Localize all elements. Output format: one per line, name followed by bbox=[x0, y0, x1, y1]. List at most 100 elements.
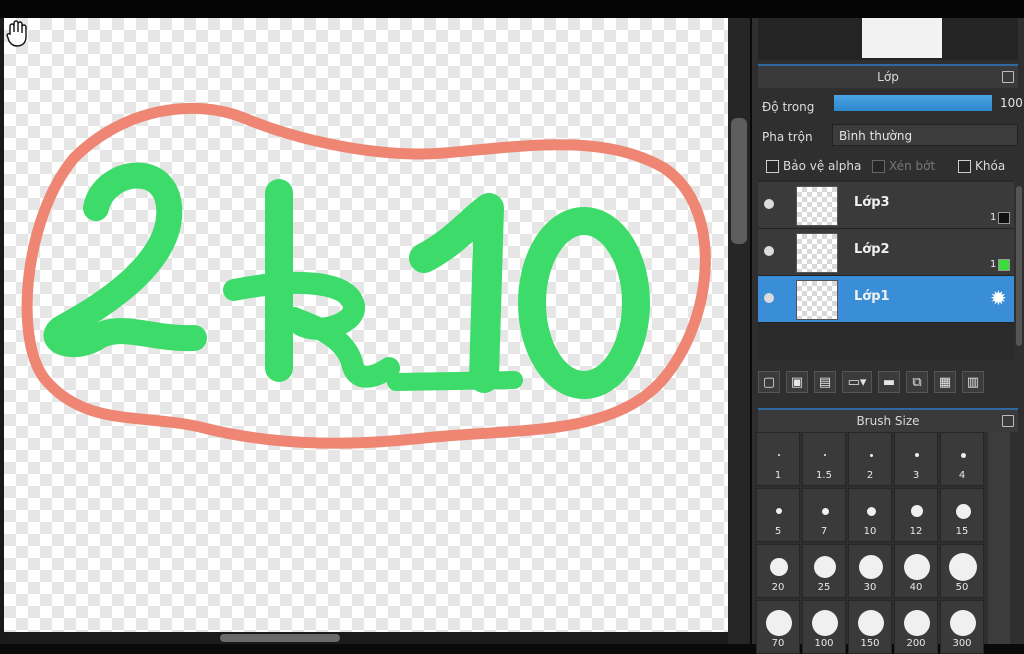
brush-dot-icon bbox=[904, 610, 930, 636]
layer-name: Lớp1 bbox=[854, 289, 890, 304]
brush-size-label: 30 bbox=[863, 582, 877, 593]
opacity-slider[interactable] bbox=[834, 95, 992, 111]
glyph-1 bbox=[409, 193, 504, 393]
hand-tool-icon bbox=[6, 20, 27, 47]
visibility-icon[interactable] bbox=[764, 293, 774, 303]
protect-alpha-checkbox[interactable]: Bảo vệ alpha bbox=[766, 159, 861, 173]
brush-size-label: 3 bbox=[912, 470, 920, 481]
brush-size-cell[interactable]: 10 bbox=[848, 488, 892, 542]
canvas-vertical-scrollbar[interactable] bbox=[728, 18, 750, 644]
visibility-icon[interactable] bbox=[764, 199, 774, 209]
delete-layer-icon[interactable]: ▥ bbox=[962, 371, 984, 393]
brush-dot-icon bbox=[770, 558, 788, 576]
layer-count: 1 bbox=[990, 212, 997, 223]
brush-size-cell[interactable]: 4 bbox=[940, 432, 984, 486]
folder-icon[interactable]: ▬ bbox=[878, 371, 900, 393]
brush-size-cell[interactable]: 100 bbox=[802, 600, 846, 654]
layer-row-3[interactable]: Lớp3 1 bbox=[758, 182, 1014, 229]
visibility-icon[interactable] bbox=[764, 246, 774, 256]
glyph-0 bbox=[518, 207, 650, 399]
popout-icon[interactable] bbox=[1002, 415, 1014, 427]
checkbox-box[interactable] bbox=[872, 159, 885, 173]
brush-dot-icon bbox=[904, 554, 930, 580]
new-1bit-layer-icon[interactable]: ▤ bbox=[814, 371, 836, 393]
blend-mode-select[interactable]: Bình thường bbox=[832, 124, 1018, 146]
scroll-thumb[interactable] bbox=[731, 118, 747, 244]
brush-size-cell[interactable]: 25 bbox=[802, 544, 846, 598]
popout-icon[interactable] bbox=[1002, 71, 1014, 83]
brush-size-cell[interactable]: 12 bbox=[894, 488, 938, 542]
brush-size-header: Brush Size bbox=[758, 408, 1018, 432]
duplicate-layer-icon[interactable]: ⧉ bbox=[906, 371, 928, 393]
brush-dot-icon bbox=[814, 556, 836, 578]
brush-size-title: Brush Size bbox=[856, 414, 920, 428]
brush-size-cell[interactable]: 30 bbox=[848, 544, 892, 598]
brush-size-cell[interactable]: 3 bbox=[894, 432, 938, 486]
add-layer-menu-icon[interactable]: ▭▾ bbox=[842, 371, 872, 393]
lock-checkbox[interactable]: Khóa bbox=[958, 159, 1005, 173]
layer-color-swatch bbox=[998, 259, 1010, 271]
brush-size-scrollbar[interactable] bbox=[988, 432, 1010, 644]
brush-size-label: 12 bbox=[909, 526, 923, 537]
layer-thumbnail bbox=[796, 233, 838, 273]
brush-size-label: 5 bbox=[774, 526, 782, 537]
brush-dot-icon bbox=[950, 610, 976, 636]
brush-size-label: 10 bbox=[863, 526, 877, 537]
clipping-checkbox[interactable]: Xén bớt bbox=[872, 159, 935, 173]
brush-size-cell[interactable]: 150 bbox=[848, 600, 892, 654]
brush-dot-icon bbox=[824, 454, 826, 456]
layer-panel-title: Lớp bbox=[877, 70, 899, 84]
layer-list-scrollbar[interactable] bbox=[1016, 186, 1022, 346]
layer-list: Lớp3 1 Lớp2 1 Lớp1 ✹ bbox=[758, 180, 1014, 360]
brush-dot-icon bbox=[866, 506, 876, 516]
brush-size-cell[interactable]: 70 bbox=[756, 600, 800, 654]
brush-dot-icon bbox=[911, 505, 923, 517]
brush-size-cell[interactable]: 40 bbox=[894, 544, 938, 598]
navigator-preview[interactable] bbox=[758, 18, 1018, 60]
brush-dot-icon bbox=[859, 555, 883, 579]
brush-size-label: 20 bbox=[771, 582, 785, 593]
brush-dot-icon bbox=[812, 610, 838, 636]
brush-size-cell[interactable]: 300 bbox=[940, 600, 984, 654]
lock-label: Khóa bbox=[975, 159, 1006, 173]
glyph-2 bbox=[43, 162, 207, 358]
brush-size-cell[interactable]: 2 bbox=[848, 432, 892, 486]
layer-row-1[interactable]: Lớp1 ✹ bbox=[758, 276, 1014, 323]
brush-dot-icon bbox=[778, 454, 780, 456]
brush-size-cell[interactable]: 7 bbox=[802, 488, 846, 542]
checkbox-box[interactable] bbox=[766, 159, 779, 173]
new-8bit-layer-icon[interactable]: ▣ bbox=[786, 371, 808, 393]
glyph-1-base bbox=[387, 371, 523, 391]
brush-size-label: 1 bbox=[774, 470, 782, 481]
brush-dot-icon bbox=[915, 453, 919, 457]
scroll-thumb[interactable] bbox=[220, 634, 340, 642]
brush-dot-icon bbox=[776, 508, 782, 514]
brush-dot-icon bbox=[949, 553, 977, 581]
layer-row-2[interactable]: Lớp2 1 bbox=[758, 229, 1014, 276]
brush-size-label: 25 bbox=[817, 582, 831, 593]
brush-size-cell[interactable]: 1 bbox=[756, 432, 800, 486]
navigator-thumbnail bbox=[862, 18, 942, 58]
brush-size-label: 1.5 bbox=[816, 470, 832, 481]
layer-count: 1 bbox=[990, 259, 997, 270]
protect-alpha-label: Bảo vệ alpha bbox=[783, 159, 862, 173]
top-bar bbox=[0, 0, 1024, 18]
new-layer-icon[interactable]: ▢ bbox=[758, 371, 780, 393]
layer-toolbar: ▢ ▣ ▤ ▭▾ ▬ ⧉ ▦ ▥ bbox=[758, 368, 1024, 396]
opacity-value: 100 bbox=[1000, 96, 1023, 110]
brush-size-cell[interactable]: 200 bbox=[894, 600, 938, 654]
glyph-k-arm bbox=[223, 272, 400, 388]
clipping-label: Xén bớt bbox=[889, 159, 936, 173]
drawing-canvas[interactable] bbox=[4, 18, 728, 632]
brush-size-cell[interactable]: 15 bbox=[940, 488, 984, 542]
canvas-horizontal-scrollbar[interactable] bbox=[4, 632, 728, 644]
brush-size-cell[interactable]: 50 bbox=[940, 544, 984, 598]
brush-size-cell[interactable]: 20 bbox=[756, 544, 800, 598]
opacity-label: Độ trong bbox=[762, 100, 815, 114]
brush-size-cell[interactable]: 1.5 bbox=[802, 432, 846, 486]
gear-icon[interactable]: ✹ bbox=[990, 288, 1007, 308]
merge-layer-icon[interactable]: ▦ bbox=[934, 371, 956, 393]
layer-thumbnail bbox=[796, 186, 838, 226]
checkbox-box[interactable] bbox=[958, 159, 971, 173]
brush-size-cell[interactable]: 5 bbox=[756, 488, 800, 542]
